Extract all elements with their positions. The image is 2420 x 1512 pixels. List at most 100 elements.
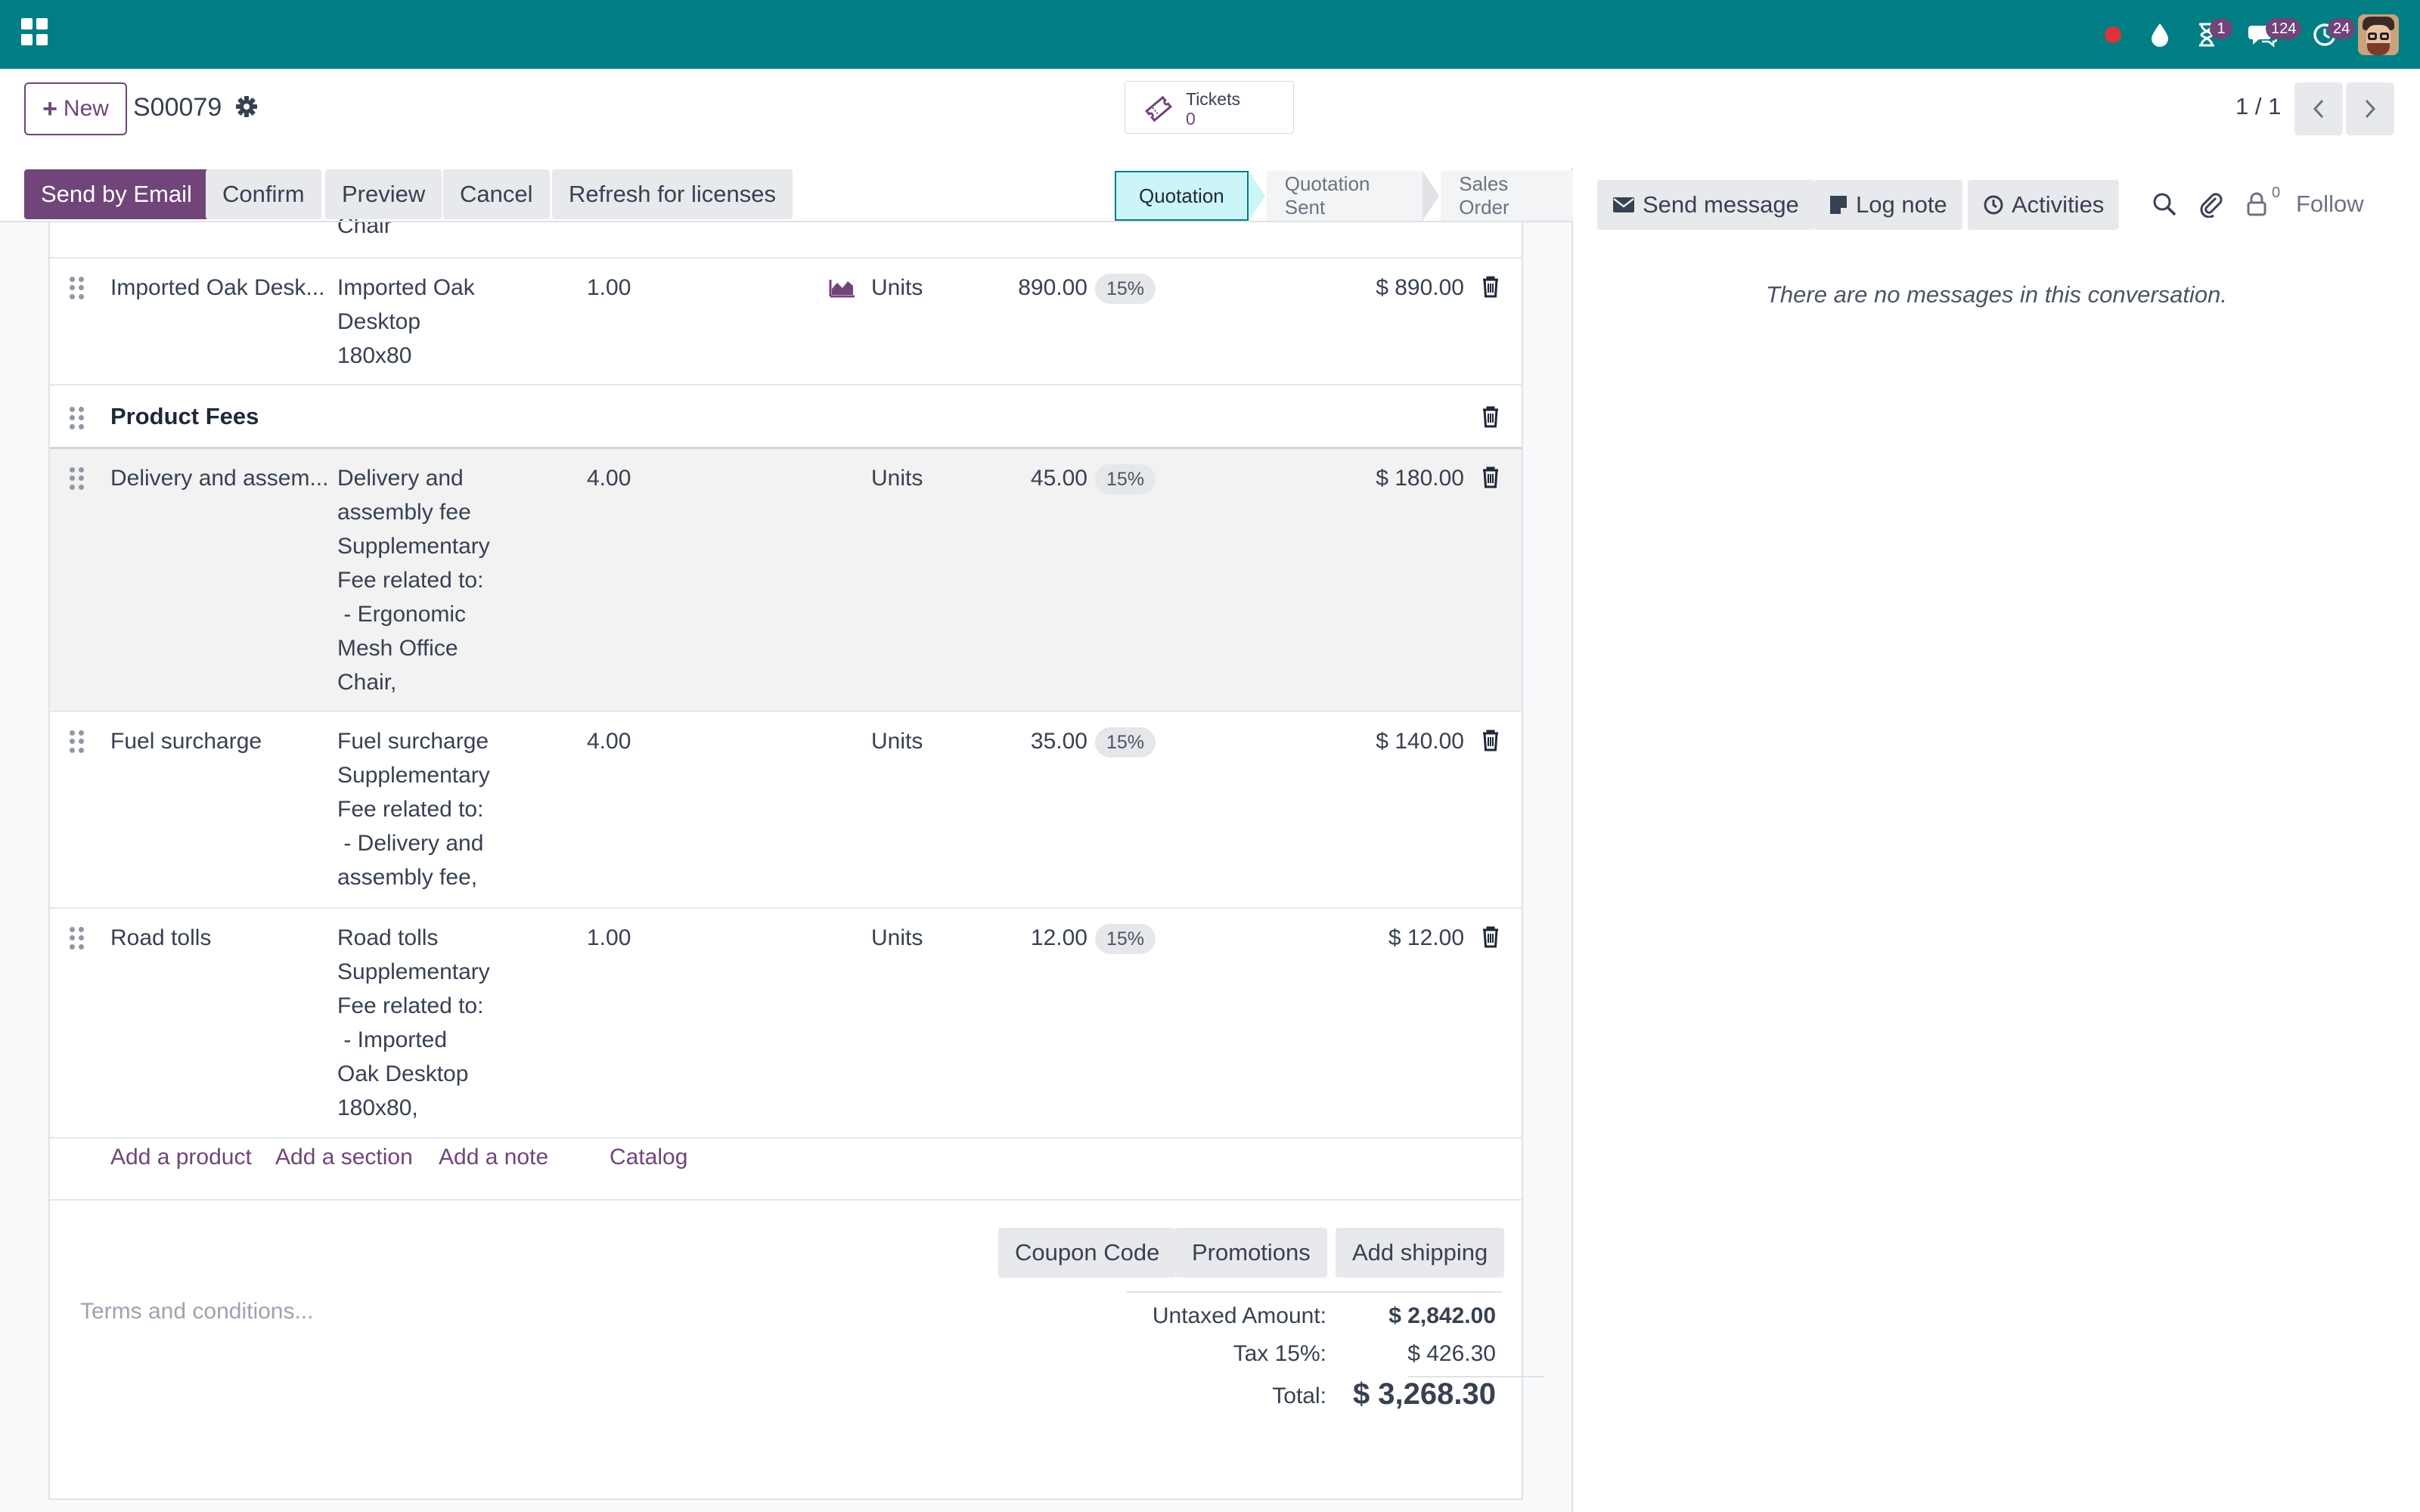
table-row-partial: Chair [50, 213, 1522, 259]
add-section-link[interactable]: Add a section [275, 1145, 413, 1170]
line-unit-price[interactable]: 35.00 [1031, 724, 1087, 758]
line-uom[interactable]: Units [871, 271, 923, 305]
chevron-right-icon [2365, 99, 2376, 119]
line-product[interactable]: Imported Oak Desk... [110, 271, 330, 305]
record-title: S00079 [133, 93, 222, 122]
trash-icon[interactable] [1481, 925, 1500, 948]
lock-icon[interactable] [2243, 191, 2270, 218]
drag-handle-icon[interactable] [70, 407, 85, 429]
area-chart-icon[interactable] [829, 275, 856, 298]
search-icon[interactable] [2151, 191, 2178, 218]
table-row[interactable]: Imported Oak Desk... Imported Oak Deskto… [50, 259, 1522, 386]
drag-handle-icon[interactable] [70, 277, 85, 299]
send-by-email-button[interactable]: Send by Email [24, 169, 209, 219]
tax-badge[interactable]: 15% [1095, 924, 1156, 954]
new-button-label: New [63, 96, 109, 121]
stage-sales-order[interactable]: Sales Order [1441, 171, 1573, 221]
refresh-licenses-button[interactable]: Refresh for licenses [552, 169, 793, 219]
desc-line: Fee related to: [337, 568, 484, 593]
desc-line: 180x80, [337, 1095, 418, 1120]
gear-icon[interactable] [234, 94, 259, 119]
drag-handle-icon[interactable] [70, 927, 85, 950]
clock-icon[interactable]: 24 [2305, 15, 2356, 54]
pager-next-button[interactable] [2346, 82, 2394, 135]
confirm-button[interactable]: Confirm [206, 169, 321, 219]
add-shipping-button[interactable]: Add shipping [1336, 1228, 1505, 1278]
tax-badge[interactable]: 15% [1095, 727, 1156, 758]
tickets-count: 0 [1186, 109, 1196, 129]
totals-divider [1127, 1291, 1502, 1293]
apps-menu-icon[interactable] [21, 18, 48, 45]
user-avatar[interactable] [2358, 14, 2399, 55]
tax-badge[interactable]: 15% [1095, 464, 1156, 494]
status-bar: Send by Email Confirm Preview Cancel Ref… [0, 168, 1573, 222]
follow-button[interactable]: Follow [2296, 191, 2364, 218]
cancel-button[interactable]: Cancel [443, 169, 550, 219]
activities-label: Activities [2012, 191, 2105, 218]
trash-icon[interactable] [1481, 729, 1500, 751]
coupon-code-button[interactable]: Coupon Code [998, 1228, 1177, 1278]
ticket-icon [1145, 95, 1172, 122]
line-uom[interactable]: Units [871, 461, 923, 495]
recording-indicator[interactable] [2093, 15, 2133, 54]
table-row[interactable]: Delivery and assem... Delivery and assem… [50, 449, 1522, 712]
line-quantity[interactable]: 1.00 [587, 921, 631, 955]
activities-button[interactable]: Activities [1968, 180, 2120, 230]
line-uom[interactable]: Units [871, 724, 923, 758]
section-row[interactable]: Product Fees [50, 386, 1522, 449]
section-title[interactable]: Product Fees [110, 399, 259, 433]
tax-badge[interactable]: 15% [1095, 274, 1156, 304]
send-message-button[interactable]: Send message [1597, 180, 1814, 230]
plus-icon: + [42, 94, 57, 123]
untaxed-value: $ 2,842.00 [1388, 1303, 1496, 1328]
promotions-button[interactable]: Promotions [1175, 1228, 1327, 1278]
stage-arrow [1248, 171, 1265, 221]
droplet-icon[interactable] [2140, 15, 2180, 54]
form-sheet: Chair Imported Oak Desk... Imported Oak … [48, 213, 1544, 1500]
paperclip-icon[interactable] [2198, 191, 2225, 218]
line-unit-price[interactable]: 45.00 [1031, 461, 1087, 495]
desc-line: Imported Oak [337, 275, 475, 300]
tickets-smart-button[interactable]: Tickets 0 [1125, 81, 1294, 134]
table-row[interactable]: Fuel surcharge Fuel surcharge Supplement… [50, 712, 1522, 909]
activity-hourglass-icon[interactable]: 1 [2187, 15, 2232, 54]
messages-icon[interactable]: 124 [2243, 15, 2302, 54]
line-product[interactable]: Fuel surcharge [110, 724, 330, 758]
desc-line: Fee related to: [337, 797, 484, 822]
drag-handle-icon[interactable] [70, 467, 85, 490]
line-description[interactable]: Road tolls Supplementary Fee related to:… [337, 921, 541, 1125]
table-row[interactable]: Road tolls Road tolls Supplementary Fee … [50, 909, 1522, 1139]
terms-input[interactable]: Terms and conditions... [80, 1299, 313, 1325]
drag-handle-icon[interactable] [70, 730, 85, 753]
line-quantity[interactable]: 4.00 [587, 461, 631, 495]
line-description[interactable]: Imported Oak Desktop 180x80 [337, 271, 541, 373]
trash-icon[interactable] [1481, 275, 1500, 298]
line-product[interactable]: Delivery and assem... [110, 461, 330, 495]
line-subtotal: $ 140.00 [1376, 729, 1464, 754]
catalog-link[interactable]: Catalog [610, 1145, 687, 1170]
line-product[interactable]: Road tolls [110, 921, 330, 955]
stage-quotation[interactable]: Quotation [1115, 171, 1249, 221]
line-uom[interactable]: Units [871, 921, 923, 955]
pager-previous-button[interactable] [2294, 82, 2343, 135]
line-quantity[interactable]: 1.00 [587, 271, 631, 305]
line-unit-price[interactable]: 890.00 [1018, 271, 1087, 305]
pager-value[interactable]: 1 / 1 [2235, 93, 2281, 120]
add-note-link[interactable]: Add a note [439, 1145, 548, 1170]
new-button[interactable]: + New [24, 82, 127, 135]
trash-icon[interactable] [1481, 405, 1500, 428]
desc-line: Desktop [337, 309, 421, 334]
control-panel: + New S00079 Tickets 0 1 / 1 [0, 69, 2420, 227]
log-note-button[interactable]: Log note [1813, 180, 1962, 230]
preview-button[interactable]: Preview [325, 169, 442, 219]
line-description[interactable]: Delivery and assembly fee Supplementary … [337, 461, 541, 699]
desc-line: - Imported [337, 1027, 448, 1052]
line-unit-price[interactable]: 12.00 [1031, 921, 1087, 955]
line-description[interactable]: Fuel surcharge Supplementary Fee related… [337, 724, 541, 894]
chatter: Send message Log note Activities 0 Follo… [1573, 168, 2420, 1512]
add-product-link[interactable]: Add a product [110, 1145, 252, 1170]
stage-quotation-sent[interactable]: Quotation Sent [1266, 171, 1423, 221]
trash-icon[interactable] [1481, 466, 1500, 488]
tax-label: Tax 15%: [1233, 1341, 1326, 1366]
line-quantity[interactable]: 4.00 [587, 724, 631, 758]
